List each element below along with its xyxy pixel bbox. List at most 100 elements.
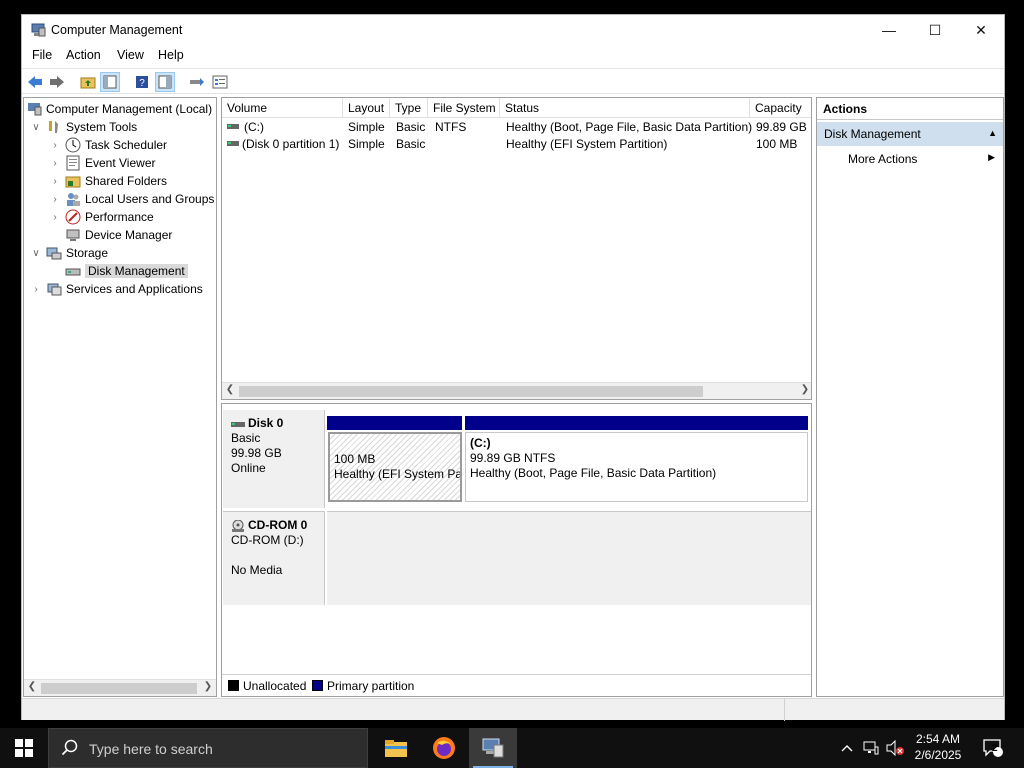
performance-icon [65, 209, 81, 225]
chevron-right-icon[interactable]: › [49, 194, 61, 205]
menu-view[interactable]: View [117, 48, 144, 62]
chevron-right-icon[interactable]: › [30, 284, 42, 295]
volume-list-header: Volume Layout Type File System Status Ca… [222, 98, 811, 118]
forward-button[interactable] [47, 72, 67, 92]
title-bar[interactable]: Computer Management — ☐ ✕ [22, 15, 1004, 45]
chevron-right-icon[interactable]: › [49, 140, 61, 151]
scroll-left-icon[interactable]: ❮ [25, 681, 39, 692]
tree-item-disk-management[interactable]: Disk Management [65, 262, 188, 280]
close-button[interactable]: ✕ [958, 15, 1004, 45]
tree-item-device-manager[interactable]: Device Manager [65, 226, 172, 244]
taskbar-search-box[interactable]: Type here to search [48, 728, 368, 768]
scroll-right-icon[interactable]: ❯ [798, 384, 811, 395]
cdrom-0-label[interactable]: CD-ROM 0 CD-ROM (D:) No Media [223, 511, 325, 605]
properties-button[interactable] [210, 72, 230, 92]
tree-label: Computer Management (Local) [46, 102, 213, 116]
tree-item-task-scheduler[interactable]: › Task Scheduler [49, 136, 167, 154]
disk-0-label[interactable]: Disk 0 Basic 99.98 GB Online [223, 410, 325, 508]
column-status[interactable]: Status [500, 98, 750, 118]
submenu-arrow-icon: ▶ [988, 152, 995, 162]
collapse-up-icon[interactable]: ▲ [988, 128, 997, 138]
scrollbar-thumb[interactable] [239, 386, 703, 397]
status-divider [784, 699, 785, 721]
help-icon: ? [136, 76, 148, 89]
chevron-down-icon[interactable]: ∨ [30, 248, 42, 259]
column-capacity[interactable]: Capacity [750, 98, 811, 118]
partition-size: 99.89 GB NTFS [470, 451, 556, 465]
tree-label: Event Viewer [85, 156, 156, 170]
menu-file[interactable]: File [32, 48, 52, 62]
up-folder-button[interactable] [78, 72, 98, 92]
clock-icon [65, 137, 81, 153]
connect-button[interactable] [187, 72, 207, 92]
back-button[interactable] [25, 72, 45, 92]
help-button[interactable]: ? [132, 72, 152, 92]
taskbar-file-explorer[interactable] [372, 728, 420, 768]
volume-list-horizontal-scrollbar[interactable]: ❮ ❯ [222, 382, 811, 399]
volume-type: Basic [396, 120, 426, 134]
actions-header: Actions [817, 98, 1003, 120]
efi-partition[interactable]: 100 MB Healthy (EFI System Par [328, 432, 462, 502]
chevron-right-icon[interactable]: › [49, 212, 61, 223]
computer-management-icon [31, 23, 46, 37]
chevron-right-icon[interactable]: › [49, 158, 61, 169]
network-button[interactable] [860, 728, 882, 768]
windows-logo-icon [15, 739, 33, 757]
menu-action[interactable]: Action [66, 48, 101, 62]
volume-status: Healthy (Boot, Page File, Basic Data Par… [506, 120, 753, 134]
scroll-right-icon[interactable]: ❯ [201, 681, 215, 692]
tree-label: Services and Applications [66, 282, 203, 296]
taskbar-firefox[interactable] [420, 728, 468, 768]
legend-unallocated-swatch [228, 680, 239, 691]
tree-horizontal-scrollbar[interactable]: ❮ ❯ [24, 679, 216, 696]
maximize-button[interactable]: ☐ [912, 15, 958, 45]
menu-bar: File Action View Help [22, 45, 1004, 67]
minimize-button[interactable]: — [866, 15, 912, 45]
start-button[interactable] [0, 728, 48, 768]
menu-help[interactable]: Help [158, 48, 184, 62]
volume-type: Basic [396, 137, 426, 151]
tree-item-root[interactable]: Computer Management (Local) [26, 100, 212, 118]
show-action-pane-button[interactable] [155, 72, 175, 92]
drive-icon [227, 120, 239, 134]
table-row[interactable]: (C:) Simple Basic NTFS Healthy (Boot, Pa… [222, 119, 811, 136]
column-type[interactable]: Type [390, 98, 428, 118]
actions-section-disk-management[interactable]: Disk Management ▲ [817, 122, 1003, 146]
table-row[interactable]: (Disk 0 partition 1) Simple Basic Health… [222, 136, 811, 153]
c-partition[interactable]: (C:) 99.89 GB NTFS Healthy (Boot, Page F… [465, 432, 808, 502]
disk-type: Basic [231, 431, 261, 445]
disk-name: Disk 0 [248, 416, 284, 430]
tree-item-local-users[interactable]: › Local Users and Groups [49, 190, 214, 208]
forward-arrow-icon [50, 76, 64, 88]
chevron-right-icon[interactable]: › [49, 176, 61, 187]
volume-layout: Simple [348, 137, 385, 151]
notifications-button[interactable]: 2 [978, 728, 1008, 768]
tree-item-services-applications[interactable]: › Services and Applications [30, 280, 203, 298]
console-tree: Computer Management (Local) ∨ System Too… [23, 97, 217, 697]
volume-button[interactable] [884, 728, 906, 768]
tree-item-system-tools[interactable]: ∨ System Tools [30, 118, 137, 136]
volume-name: (Disk 0 partition 1) [242, 137, 340, 151]
taskbar-computer-management[interactable] [469, 728, 517, 768]
legend-primary-label: Primary partition [327, 679, 415, 693]
cdrom-name: CD-ROM 0 [248, 518, 308, 532]
svg-text:?: ? [139, 78, 145, 89]
more-actions-item[interactable]: More Actions ▶ [817, 148, 1003, 170]
show-hidden-icons-button[interactable] [836, 728, 858, 768]
column-volume[interactable]: Volume [222, 98, 343, 118]
action-pane-icon [158, 75, 172, 89]
scroll-left-icon[interactable]: ❮ [223, 384, 237, 395]
tree-item-performance[interactable]: › Performance [49, 208, 154, 226]
show-hide-tree-button[interactable] [100, 72, 120, 92]
tree-item-event-viewer[interactable]: › Event Viewer [49, 154, 155, 172]
disk-icon [231, 421, 245, 427]
column-file-system[interactable]: File System [428, 98, 500, 118]
volume-file-system: NTFS [435, 120, 467, 134]
scrollbar-thumb[interactable] [41, 683, 197, 694]
column-layout[interactable]: Layout [343, 98, 390, 118]
tree-item-shared-folders[interactable]: › Shared Folders [49, 172, 167, 190]
tree-label: Local Users and Groups [85, 192, 215, 206]
tree-item-storage[interactable]: ∨ Storage [30, 244, 108, 262]
taskbar-clock[interactable]: 2:54 AM 2/6/2025 [908, 731, 968, 763]
chevron-down-icon[interactable]: ∨ [30, 122, 42, 133]
